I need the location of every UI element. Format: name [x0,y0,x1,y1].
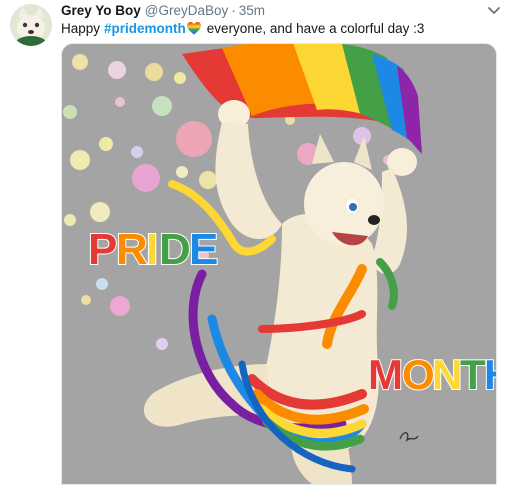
tweet-text-end: everyone, and have a colorful day :3 [206,21,425,36]
rainbow-heart-icon [186,22,201,35]
month-letter-h: H [484,351,497,398]
pride-letter-i: I [146,225,158,274]
separator-dot: · [231,3,236,18]
month-letter-m: M [368,351,403,398]
month-text: M O N T H [367,350,497,399]
pride-letter-r: R [116,225,148,274]
pride-letter-e: E [189,225,218,274]
tweet-header: Grey Yo Boy @GreyDaBoy · 35m [61,3,265,19]
tweet-text-start: Happy [61,21,101,36]
hashtag-link[interactable]: #pridemonth [104,21,186,36]
month-letter-n: N [432,351,462,398]
author-name[interactable]: Grey Yo Boy [61,3,141,18]
pride-text: P R I D E [87,224,219,275]
chevron-down-icon[interactable] [486,4,502,18]
tweet-media[interactable]: P R I D E M O N T H [61,43,497,485]
month-letter-o: O [402,351,435,398]
pride-artwork: P R I D E M O N T H [62,44,497,484]
timestamp[interactable]: 35m [239,3,265,18]
month-letter-t: T [460,351,486,398]
tweet-text: Happy #pridemonth everyone, and have a c… [61,21,424,36]
avatar-image [10,4,52,46]
author-handle[interactable]: @GreyDaBoy [145,3,228,18]
pride-letter-d: D [159,225,191,274]
tweet[interactable]: Grey Yo Boy @GreyDaBoy · 35m Happy #prid… [0,0,512,485]
avatar[interactable] [10,4,52,46]
pride-letter-p: P [88,225,117,274]
